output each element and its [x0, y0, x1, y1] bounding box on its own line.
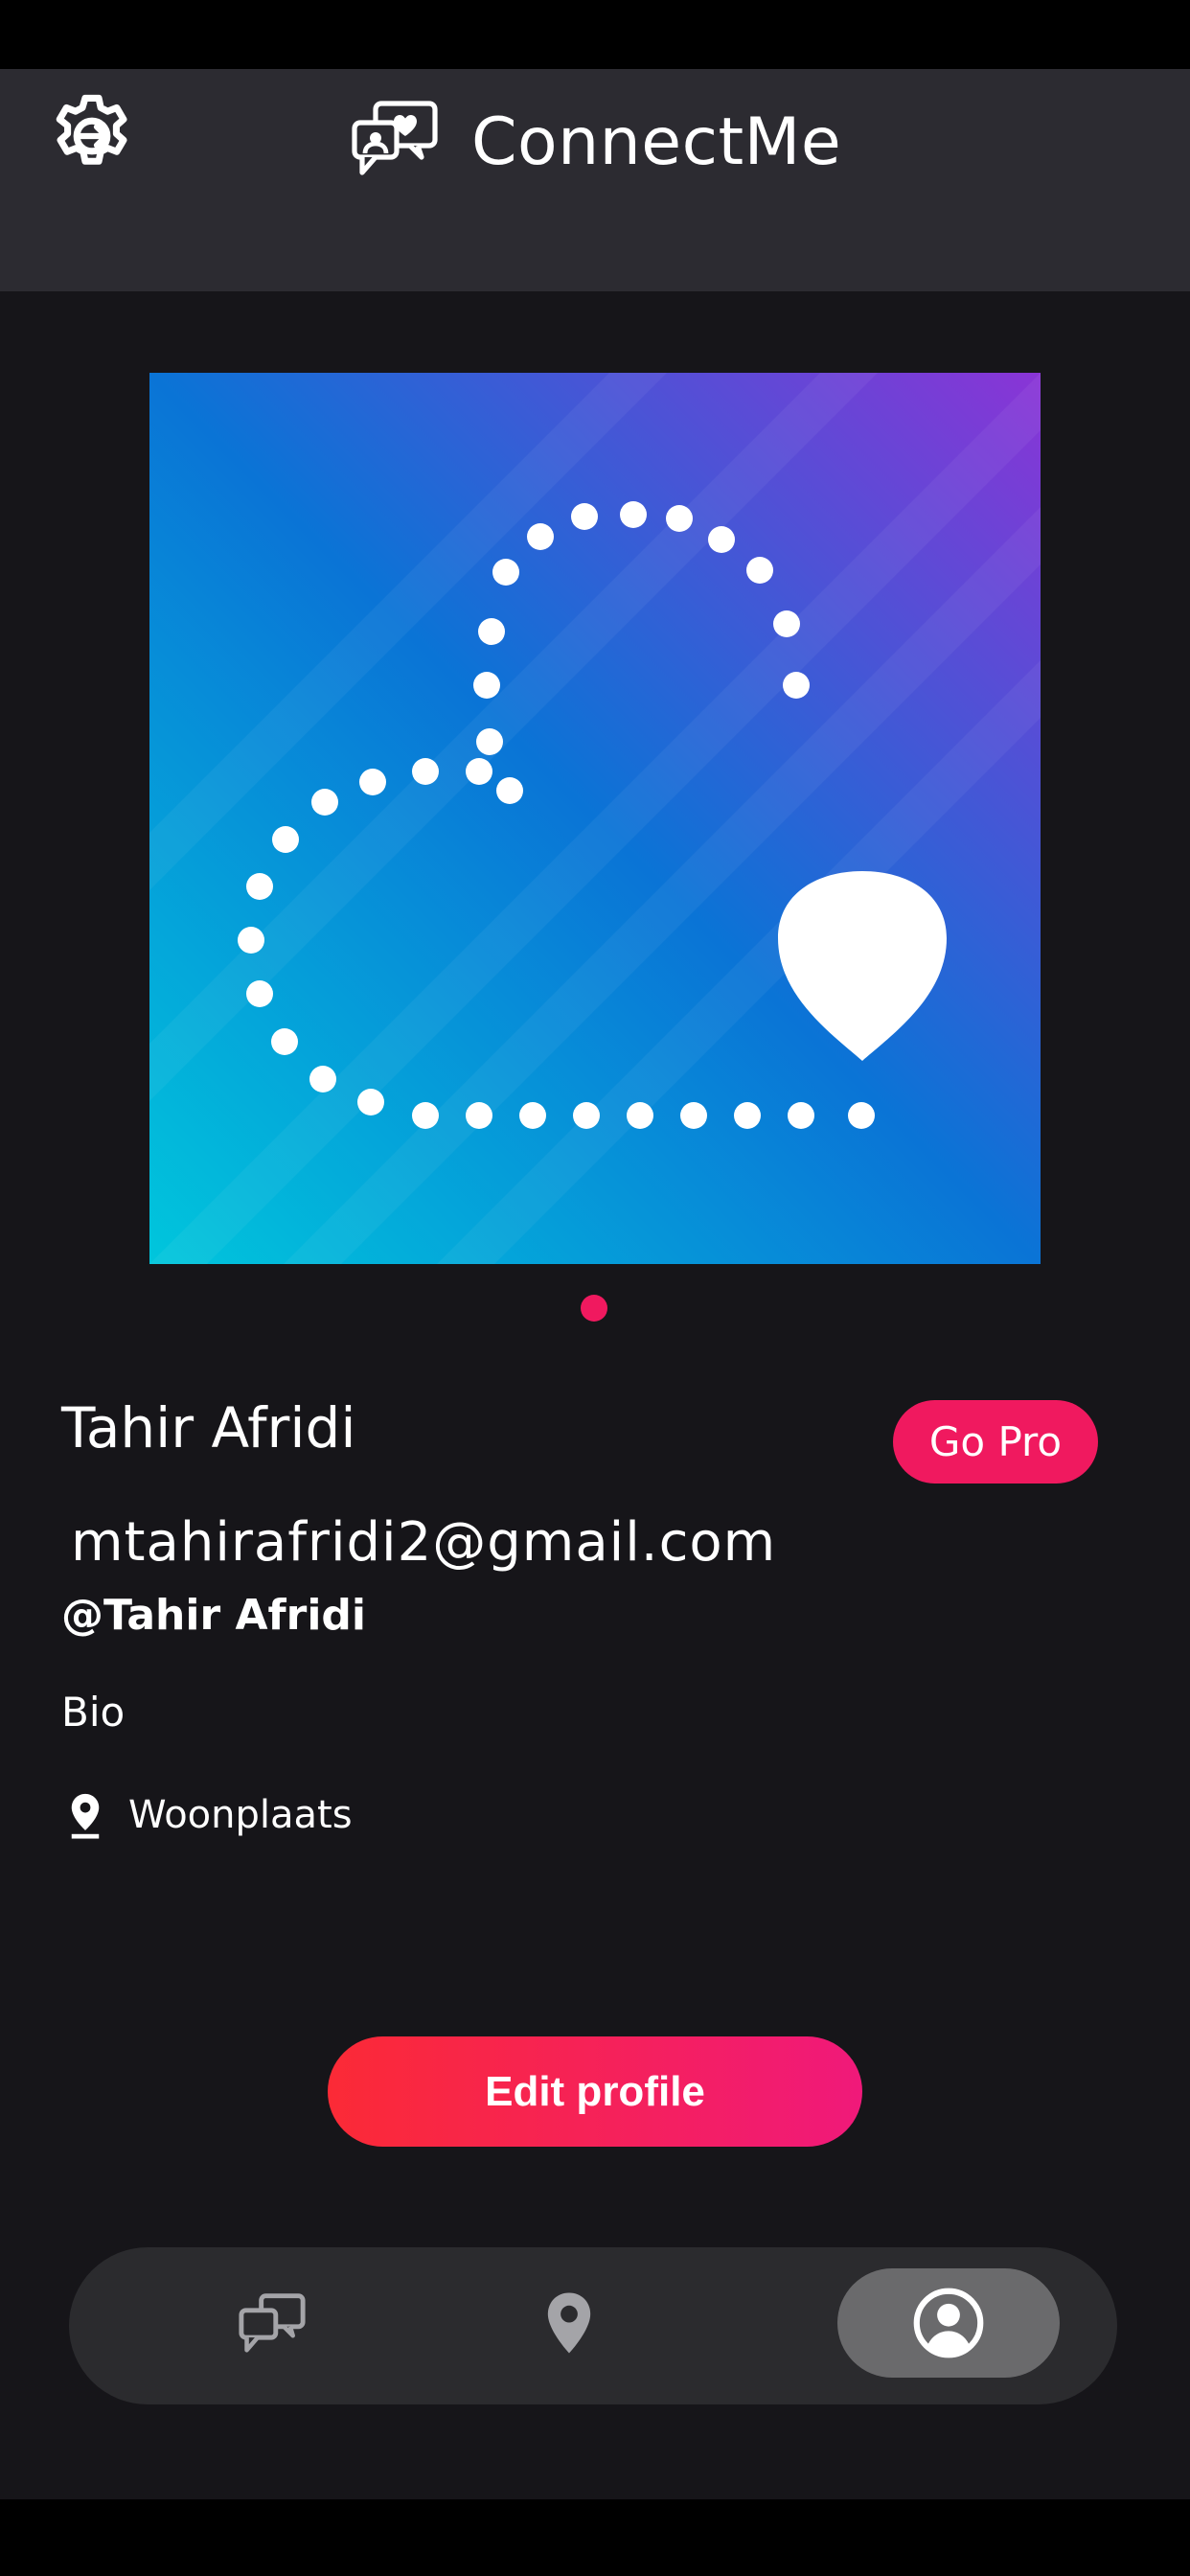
- heart-outline-dot: [573, 1102, 600, 1129]
- heart-outline-dot: [666, 505, 693, 532]
- profile-photo[interactable]: [149, 373, 1041, 1264]
- bottom-navigation: [69, 2247, 1117, 2404]
- app-name: ConnectMe: [471, 104, 842, 180]
- nav-profile[interactable]: [837, 2268, 1060, 2378]
- system-bottom-bar: [0, 2499, 1190, 2576]
- profile-screen: ConnectMe Tahir Afridi Go Pro mtahirafri…: [0, 0, 1190, 2576]
- heart-outline-dot: [708, 526, 735, 553]
- heart-outline-dot: [309, 1066, 336, 1092]
- profile-email: mtahirafridi2@gmail.com: [71, 1511, 777, 1574]
- nav-map[interactable]: [458, 2268, 680, 2378]
- heart-outline-dot: [357, 1089, 384, 1116]
- go-pro-button[interactable]: Go Pro: [893, 1400, 1098, 1484]
- heart-outline-dot: [476, 728, 503, 755]
- status-bar: [0, 0, 1190, 69]
- heart-outline-dot: [466, 758, 492, 785]
- heart-outline-dot: [496, 777, 523, 804]
- chats-icon: [239, 2293, 306, 2353]
- heart-outline-dot: [359, 769, 386, 795]
- heart-outline-dot: [412, 758, 439, 785]
- location-pin-icon: [71, 1793, 100, 1839]
- heart-outline-dot: [473, 672, 500, 699]
- chat-bubbles-heart-icon: [352, 101, 438, 175]
- profile-location: Woonplaats: [67, 1790, 353, 1840]
- heart-outline-dot: [627, 1102, 653, 1129]
- gear-icon: [56, 94, 127, 165]
- heart-outline-dot: [680, 1102, 707, 1129]
- heart-outline-dot: [571, 503, 598, 530]
- heart-outline-dot: [848, 1102, 875, 1129]
- heart-outline-dot: [246, 873, 273, 900]
- profile-bio: Bio: [61, 1689, 126, 1736]
- heart-outline-dot: [734, 1102, 761, 1129]
- heart-outline-dot: [746, 557, 773, 584]
- heart-outline-dot: [272, 826, 299, 853]
- heart-outline-dot: [788, 1102, 814, 1129]
- heart-outline-dot: [783, 672, 810, 699]
- heart-outline-dot: [271, 1028, 298, 1055]
- location-label: Woonplaats: [128, 1793, 353, 1837]
- heart-outline-dot: [311, 789, 338, 816]
- heart-outline-dot: [620, 501, 647, 528]
- profile-name: Tahir Afridi: [61, 1395, 356, 1460]
- heart-outline-dot: [478, 618, 505, 645]
- map-pin-icon: [547, 2292, 591, 2354]
- app-brand: ConnectMe: [345, 84, 841, 199]
- settings-button[interactable]: [42, 86, 142, 186]
- profile-handle: @Tahir Afridi: [61, 1591, 367, 1640]
- edit-profile-button[interactable]: Edit profile: [328, 2036, 862, 2147]
- heart-outline-dot: [238, 927, 264, 954]
- heart-outline-dot: [773, 610, 800, 637]
- heart-outline-dot: [519, 1102, 546, 1129]
- profile-content: Tahir Afridi Go Pro: [0, 291, 1190, 2499]
- heart-outline-dot: [492, 559, 519, 586]
- heart-outline-dot: [466, 1102, 492, 1129]
- photo-page-indicator: [581, 1295, 607, 1322]
- dotted-heart-location-pin-illustration: [149, 373, 1041, 1264]
- heart-outline-dot: [527, 523, 554, 550]
- nav-chats[interactable]: [161, 2268, 383, 2378]
- profile-icon: [913, 2288, 984, 2358]
- heart-outline-dot: [246, 980, 273, 1007]
- heart-outline-dot: [412, 1102, 439, 1129]
